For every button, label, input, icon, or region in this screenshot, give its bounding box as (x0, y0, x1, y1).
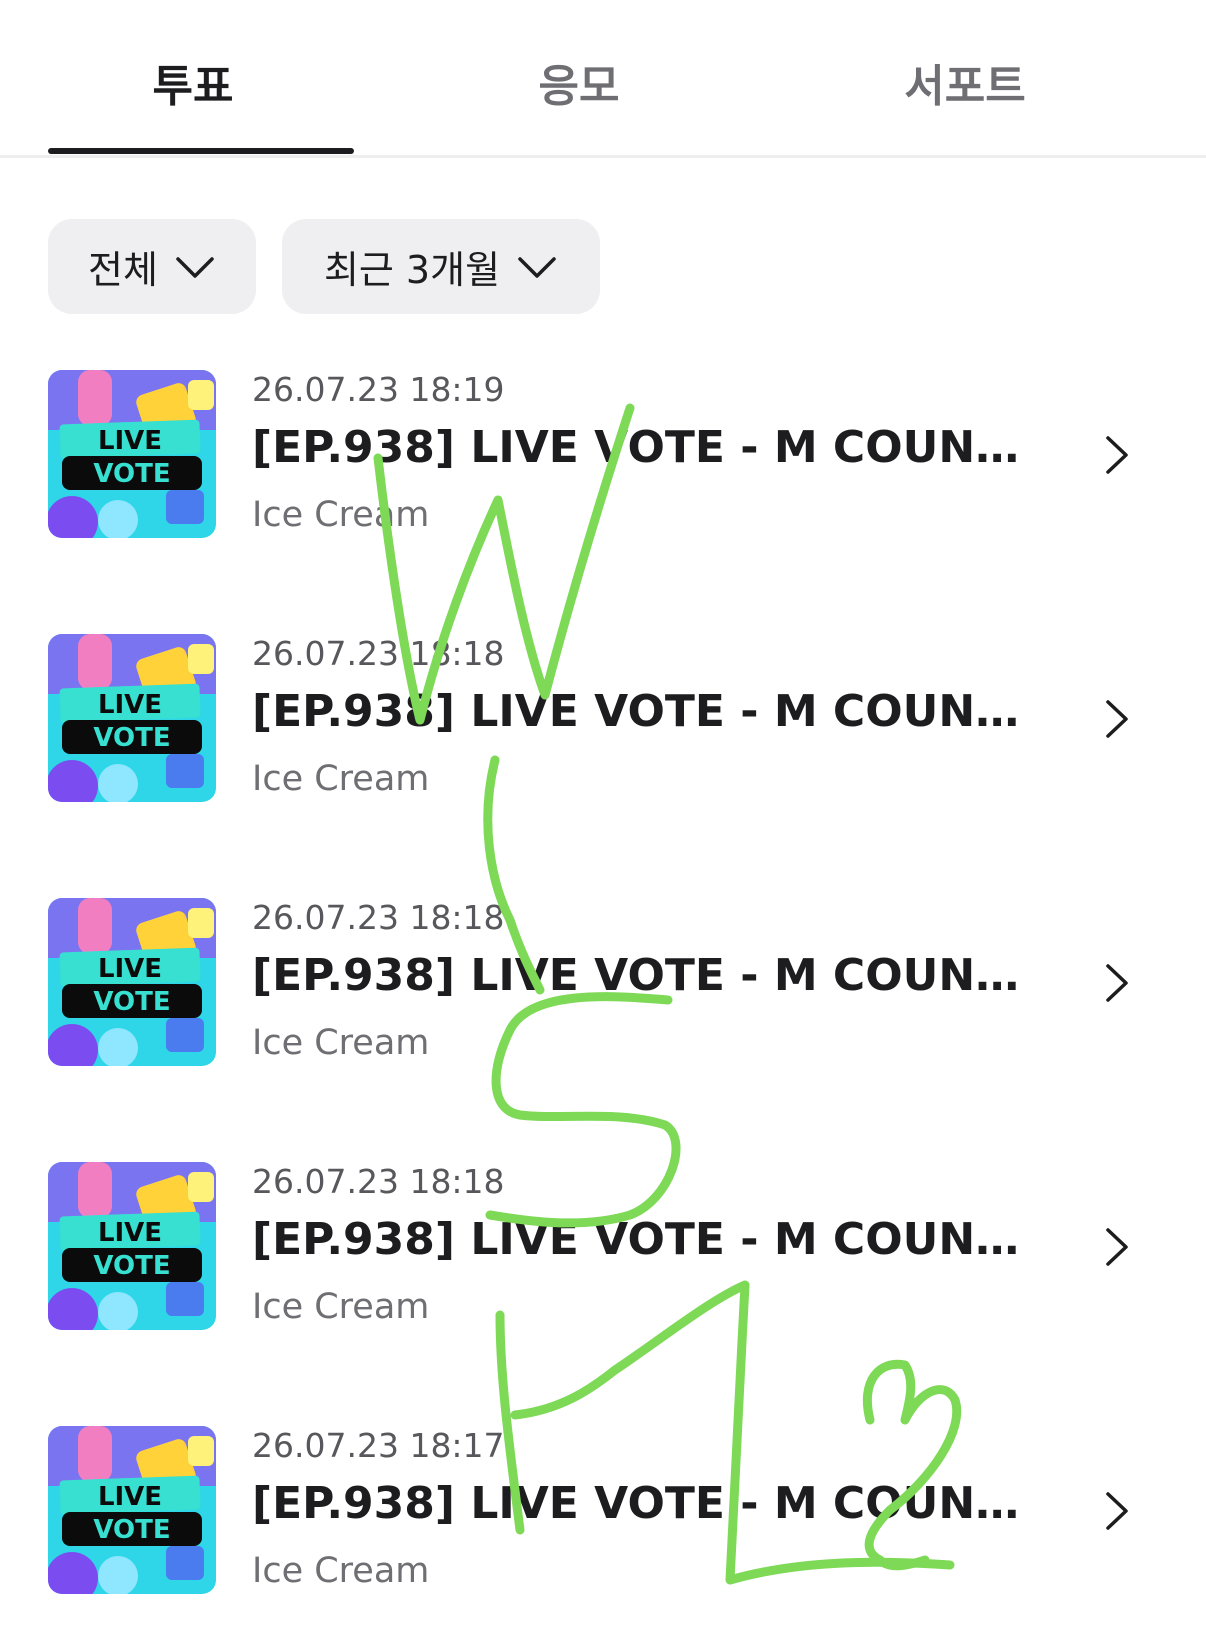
period-filter-dropdown[interactable]: 최근 3개월 (282, 219, 600, 314)
vote-list-item[interactable]: LIVE VOTE 26.07.23 18:17 [EP.938] LIVE V… (0, 1416, 1206, 1616)
vote-artist: Ice Cream (252, 1023, 430, 1063)
chevron-down-icon (176, 256, 214, 278)
live-vote-thumbnail: LIVE VOTE (48, 1162, 216, 1330)
tab-vote[interactable]: 투표 (40, 50, 346, 114)
live-vote-thumbnail: LIVE VOTE (48, 370, 216, 538)
chevron-right-icon (1106, 700, 1128, 738)
vote-date: 26.07.23 18:18 (252, 634, 505, 673)
thumb-line2: VOTE (93, 1251, 170, 1281)
thumb-line2: VOTE (93, 1515, 170, 1545)
vote-artist: Ice Cream (252, 495, 430, 535)
thumb-line2: VOTE (93, 459, 170, 489)
chevron-right-icon (1106, 1228, 1128, 1266)
thumb-line2: VOTE (93, 723, 170, 753)
vote-list-item[interactable]: LIVE VOTE 26.07.23 18:18 [EP.938] LIVE V… (0, 888, 1206, 1088)
live-vote-thumbnail: LIVE VOTE (48, 898, 216, 1066)
active-tab-indicator (48, 148, 354, 154)
vote-title: [EP.938] LIVE VOTE - M COUNTD... (252, 686, 1042, 737)
live-vote-thumbnail: LIVE VOTE (48, 634, 216, 802)
live-vote-thumbnail: LIVE VOTE (48, 1426, 216, 1594)
thumb-line1: LIVE (98, 1218, 162, 1248)
vote-date: 26.07.23 18:17 (252, 1426, 505, 1465)
vote-list-item[interactable]: LIVE VOTE 26.07.23 18:18 [EP.938] LIVE V… (0, 624, 1206, 824)
chevron-right-icon (1106, 436, 1128, 474)
vote-title: [EP.938] LIVE VOTE - M COUNTD... (252, 1478, 1042, 1529)
vote-title: [EP.938] LIVE VOTE - M COUNTD... (252, 1214, 1042, 1265)
vote-date: 26.07.23 18:18 (252, 898, 505, 937)
vote-date: 26.07.23 18:19 (252, 370, 505, 409)
chevron-right-icon (1106, 964, 1128, 1002)
vote-title: [EP.938] LIVE VOTE - M COUNTD... (252, 422, 1042, 473)
chevron-down-icon (518, 256, 556, 278)
vote-artist: Ice Cream (252, 1551, 430, 1591)
tab-support[interactable]: 서포트 (812, 50, 1118, 114)
vote-artist: Ice Cream (252, 1287, 430, 1327)
vote-title: [EP.938] LIVE VOTE - M COUNTD... (252, 950, 1042, 1001)
vote-artist: Ice Cream (252, 759, 430, 799)
thumb-line2: VOTE (93, 987, 170, 1017)
thumb-line1: LIVE (98, 426, 162, 456)
chevron-right-icon (1106, 1492, 1128, 1530)
vote-list-item[interactable]: LIVE VOTE 26.07.23 18:19 [EP.938] LIVE V… (0, 360, 1206, 560)
thumb-line1: LIVE (98, 1482, 162, 1512)
tab-entry[interactable]: 응모 (426, 50, 732, 114)
tab-bar: 투표 응모 서포트 (0, 0, 1206, 158)
period-filter-label: 최근 3개월 (323, 248, 501, 292)
vote-list-item[interactable]: LIVE VOTE 26.07.23 18:18 [EP.938] LIVE V… (0, 1152, 1206, 1352)
thumb-line1: LIVE (98, 690, 162, 720)
category-filter-label: 전체 (88, 248, 158, 292)
vote-date: 26.07.23 18:18 (252, 1162, 505, 1201)
category-filter-dropdown[interactable]: 전체 (48, 219, 256, 314)
thumb-line1: LIVE (98, 954, 162, 984)
